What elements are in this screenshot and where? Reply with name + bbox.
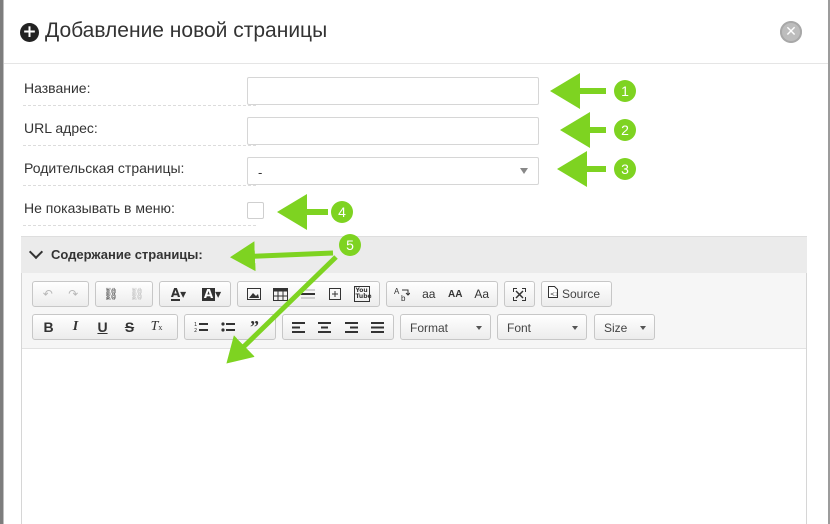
chevron-down-icon [640, 326, 646, 330]
annotation-badge-1: 1 [614, 80, 636, 102]
insert-group: You Tube [237, 281, 380, 307]
hide-row: Не показывать в меню: [23, 190, 256, 226]
format-dropdown[interactable]: Format [400, 314, 491, 340]
editor-content-area[interactable] [22, 349, 806, 524]
uppercase-icon[interactable]: AA [442, 283, 469, 305]
dialog-title: Добавление новой страницы [45, 19, 328, 42]
bg-color-icon[interactable]: A ▾ [195, 283, 228, 305]
chevron-down-icon [28, 244, 44, 260]
maximize-icon[interactable] [507, 283, 532, 305]
link-icon[interactable]: ⛓ [98, 283, 124, 305]
font-dropdown[interactable]: Font [497, 314, 587, 340]
youtube-icon[interactable]: You Tube [348, 283, 375, 305]
annotation-badge-3: 3 [614, 158, 636, 180]
remove-format-icon[interactable]: Tx [143, 316, 170, 338]
close-circle-icon: ✕ [785, 24, 797, 40]
bulleted-list-icon[interactable] [214, 316, 241, 338]
dialog-header: + Добавление новой страницы ✕ [4, 0, 828, 64]
url-row: URL адрес: [23, 110, 256, 146]
annotation-badge-2: 2 [614, 119, 636, 141]
table-icon[interactable] [267, 283, 294, 305]
add-page-dialog: + Добавление новой страницы ✕ Название: … [3, 0, 829, 524]
lowercase-icon[interactable]: aa [416, 283, 443, 305]
undo-icon[interactable]: ↶ [35, 283, 61, 305]
image-icon[interactable] [240, 283, 267, 305]
align-group [282, 314, 394, 340]
svg-text:A: A [394, 287, 400, 296]
font-label: Font [507, 321, 532, 335]
editor-toolbar: ↶ ↷ ⛓ ⛓ A ▾ A ▾ You Tube A b aa AA Aa <>… [22, 273, 806, 349]
rich-text-editor: ↶ ↷ ⛓ ⛓ A ▾ A ▾ You Tube A b aa AA Aa <>… [21, 273, 807, 524]
text-color-icon[interactable]: A ▾ [162, 283, 195, 305]
source-label: Source [562, 287, 601, 301]
plus-circle-icon: + [20, 23, 39, 42]
name-input[interactable] [247, 77, 539, 105]
unlink-icon[interactable]: ⛓ [124, 283, 150, 305]
link-group: ⛓ ⛓ [95, 281, 153, 307]
svg-text:<>: <> [550, 291, 558, 298]
numbered-list-icon[interactable]: 12 [187, 316, 214, 338]
url-label: URL адрес: [24, 120, 98, 136]
align-right-icon[interactable] [338, 316, 365, 338]
content-section-header[interactable]: Содержание страницы: [21, 236, 807, 274]
underline-icon[interactable]: U [89, 316, 116, 338]
parent-select-value: - [258, 165, 263, 180]
bold-icon[interactable]: B [35, 316, 62, 338]
parent-select[interactable]: - [247, 157, 539, 185]
annotation-badge-4: 4 [331, 201, 353, 223]
basic-styles-group: B I U S Tx [32, 314, 178, 340]
svg-text:b: b [401, 294, 406, 302]
align-left-icon[interactable] [285, 316, 312, 338]
special-char-icon[interactable] [321, 283, 348, 305]
color-group: A ▾ A ▾ [159, 281, 231, 307]
capitalize-icon[interactable]: Aa [469, 283, 496, 305]
align-center-icon[interactable] [312, 316, 339, 338]
horizontal-rule-icon[interactable] [294, 283, 321, 305]
content-section-title: Содержание страницы: [51, 247, 203, 262]
blockquote-icon[interactable]: ” [241, 316, 268, 338]
source-button[interactable]: <> Source [541, 281, 612, 307]
parent-label: Родительская страницы: [24, 160, 185, 176]
italic-icon[interactable]: I [62, 316, 89, 338]
chevron-down-icon [476, 326, 482, 330]
source-icon: <> [548, 285, 560, 303]
close-button[interactable]: ✕ [780, 21, 802, 43]
find-replace-icon[interactable]: Ab [389, 283, 416, 305]
url-input[interactable] [247, 117, 539, 145]
chevron-down-icon [572, 326, 578, 330]
strikethrough-icon[interactable]: S [116, 316, 143, 338]
size-dropdown[interactable]: Size [594, 314, 655, 340]
svg-text:2: 2 [194, 328, 197, 333]
history-group: ↶ ↷ [32, 281, 89, 307]
format-label: Format [410, 321, 449, 335]
maximize-group [504, 281, 535, 307]
redo-icon[interactable]: ↷ [61, 283, 87, 305]
case-group: Ab aa AA Aa [386, 281, 498, 307]
size-label: Size [604, 321, 628, 335]
justify-icon[interactable] [365, 316, 392, 338]
name-row: Название: [23, 70, 256, 106]
annotation-badge-5: 5 [339, 234, 361, 256]
name-label: Название: [24, 80, 91, 96]
hide-label: Не показывать в меню: [24, 200, 175, 216]
hide-from-menu-checkbox[interactable] [247, 202, 264, 219]
parent-row: Родительская страницы: [23, 150, 256, 186]
chevron-down-icon [520, 168, 528, 174]
list-group: 12 ” [184, 314, 276, 340]
